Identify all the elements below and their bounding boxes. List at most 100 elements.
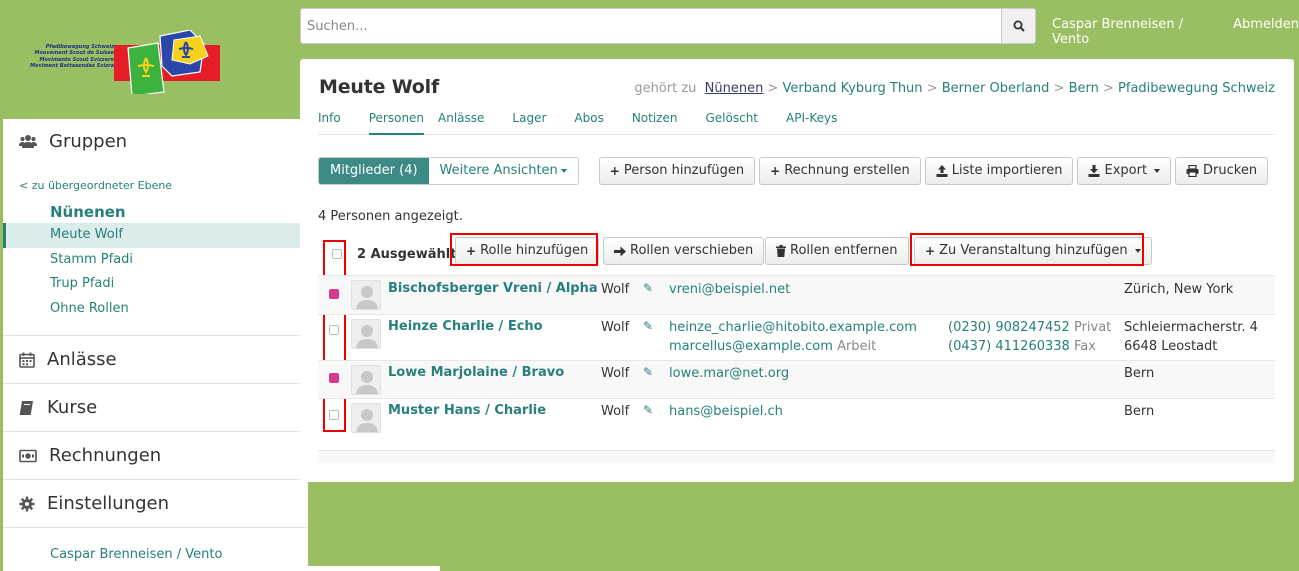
export-dropdown[interactable]: Export: [1077, 157, 1172, 185]
sidebar-item-ohne-rollen[interactable]: Ohne Rollen: [3, 297, 308, 322]
phone-link[interactable]: (0437) 411260338: [948, 339, 1070, 354]
sidebar-head-groups[interactable]: Gruppen: [3, 119, 308, 164]
row-checkbox[interactable]: [329, 289, 339, 299]
parent-level-link[interactable]: < zu übergeordneter Ebene: [3, 164, 308, 201]
email-link[interactable]: vreni@beispiel.net: [669, 280, 790, 299]
more-views-label: Weitere Ansichten: [439, 163, 558, 178]
sidebar-item-meute-wolf[interactable]: Meute Wolf: [3, 223, 308, 248]
phone-label: Fax: [1073, 339, 1096, 354]
current-user-link[interactable]: Caspar Brenneisen / Vento: [1052, 17, 1218, 47]
breadcrumb-prefix: gehört zu: [634, 81, 697, 96]
create-invoice-label: Rechnung erstellen: [784, 163, 910, 178]
sidebar-item-trup-pfadi[interactable]: Trup Pfadi: [3, 272, 308, 297]
search-button[interactable]: [1001, 8, 1036, 44]
table-row[interactable]: Muster Hans / Charlie Wolf ✎ hans@beispi…: [318, 398, 1275, 436]
avatar-placeholder-icon: [356, 325, 378, 348]
sidebar-user-link[interactable]: Caspar Brenneisen / Vento: [3, 528, 308, 562]
import-list-button[interactable]: Liste importieren: [924, 157, 1074, 185]
person-email: heinze_charlie@hitobito.example.com marc…: [669, 318, 917, 356]
sidebar-item-stamm-pfadi[interactable]: Stamm Pfadi: [3, 248, 308, 273]
table-row[interactable]: Lowe Marjolaine / Bravo Wolf ✎ lowe.mar@…: [318, 360, 1275, 398]
add-person-button[interactable]: + Person hinzufügen: [598, 157, 756, 185]
row-checkbox[interactable]: [329, 410, 339, 420]
person-name-link[interactable]: Muster Hans / Charlie: [388, 403, 546, 418]
search-input[interactable]: [300, 8, 1001, 44]
person-name-link[interactable]: Lowe Marjolaine / Bravo: [388, 365, 564, 380]
person-name-link[interactable]: Heinze Charlie / Echo: [388, 319, 543, 334]
more-views-dropdown[interactable]: Weitere Ansichten: [428, 158, 578, 184]
sidebar-head-label: Rechnungen: [49, 445, 162, 466]
edit-icon[interactable]: ✎: [643, 281, 653, 295]
sidebar-head-label: Anlässe: [47, 349, 117, 370]
tab-geloescht[interactable]: Gelöscht: [705, 111, 772, 135]
remove-roles-button[interactable]: Rollen entfernen: [765, 237, 909, 265]
breadcrumb-link[interactable]: Nünenen: [705, 81, 764, 96]
breadcrumb-link[interactable]: Bern: [1069, 81, 1099, 96]
sidebar-section-groups: Gruppen < zu übergeordneter Ebene Nünene…: [3, 119, 308, 336]
table-row[interactable]: Bischofsberger Vreni / Alpha Wolf ✎ vren…: [318, 275, 1275, 314]
tab-notizen[interactable]: Notizen: [632, 111, 692, 135]
person-role: Wolf: [601, 320, 630, 335]
email-row: marcellus@example.com Arbeit: [669, 337, 917, 356]
person-name-link[interactable]: Bischofsberger Vreni / Alpha: [388, 281, 598, 296]
tab-personen[interactable]: Personen: [368, 111, 425, 135]
breadcrumb-separator: >: [767, 81, 779, 96]
sidebar-head-settings[interactable]: Einstellungen: [3, 480, 308, 527]
book-icon: [19, 400, 33, 415]
breadcrumb-link[interactable]: Berner Oberland: [942, 81, 1050, 96]
page-tabs: Info Personen Anlässe Lager Abos Notizen…: [318, 111, 1275, 135]
plus-icon: +: [770, 164, 781, 178]
email-link[interactable]: marcellus@example.com: [669, 339, 833, 354]
breadcrumb: gehört zu Nünenen > Verband Kyburg Thun …: [634, 81, 1275, 96]
phone-link[interactable]: (0230) 908247452: [948, 320, 1070, 335]
edit-icon[interactable]: ✎: [643, 403, 653, 417]
row-checkbox[interactable]: [329, 325, 339, 335]
print-label: Drucken: [1203, 163, 1258, 178]
tab-api-keys[interactable]: API-Keys: [786, 111, 851, 135]
gear-icon: [19, 496, 35, 511]
tab-anlaesse[interactable]: Anlässe: [438, 111, 498, 135]
edit-icon[interactable]: ✎: [643, 365, 653, 379]
edit-icon[interactable]: ✎: [643, 319, 653, 333]
export-label: Export: [1104, 163, 1148, 178]
sidebar-head-courses[interactable]: Kurse: [3, 384, 308, 431]
trash-icon: [776, 245, 786, 257]
top-nav: Caspar Brenneisen / Vento Abmelden: [1052, 17, 1299, 47]
sidebar-group-title[interactable]: Nünenen: [3, 201, 308, 223]
phone-label: Privat: [1073, 320, 1112, 335]
members-view-button[interactable]: Mitglieder (4): [319, 158, 429, 184]
logo-line: Moviment Battasendas Svizra: [30, 62, 114, 69]
sidebar-sublist: Meute Wolf Stamm Pfadi Trup Pfadi Ohne R…: [3, 223, 308, 335]
logo[interactable]: Pfadibewegung Schweiz Mouvement Scout de…: [18, 30, 220, 94]
breadcrumb-link[interactable]: Pfadibewegung Schweiz: [1118, 81, 1275, 96]
email-link[interactable]: hans@beispiel.ch: [669, 402, 783, 421]
print-button[interactable]: Drucken: [1175, 157, 1269, 185]
table-row[interactable]: Heinze Charlie / Echo Wolf ✎ heinze_char…: [318, 314, 1275, 360]
move-roles-button[interactable]: Rollen verschieben: [603, 237, 765, 265]
add-person-label: Person hinzufügen: [623, 163, 745, 178]
logout-link[interactable]: Abmelden: [1233, 17, 1299, 47]
tab-lager[interactable]: Lager: [512, 111, 560, 135]
arrow-right-icon: [614, 246, 626, 256]
address-line: Bern: [1124, 404, 1155, 419]
scout-emblem-icon: [114, 30, 220, 94]
sidebar-head-events[interactable]: Anlässe: [3, 336, 308, 383]
sidebar-head-invoices[interactable]: Rechnungen: [3, 432, 308, 479]
email-link[interactable]: heinze_charlie@hitobito.example.com: [669, 318, 917, 337]
sidebar-head-label: Gruppen: [49, 131, 128, 152]
address-line: Zürich, New York: [1124, 282, 1234, 297]
row-checkbox[interactable]: [329, 373, 339, 383]
email-link[interactable]: lowe.mar@net.org: [669, 364, 789, 383]
highlight-add-event: [910, 233, 1144, 266]
avatar-placeholder-icon: [356, 409, 378, 432]
avatar: [351, 365, 381, 395]
address-line: Bern: [1124, 366, 1155, 381]
create-invoice-button[interactable]: + Rechnung erstellen: [759, 157, 921, 185]
person-address: Schleiermacherstr. 4 6648 Leostadt: [1124, 318, 1258, 356]
avatar-placeholder-icon: [356, 286, 378, 309]
download-icon: [1088, 165, 1100, 177]
tab-info[interactable]: Info: [318, 111, 355, 135]
move-roles-label: Rollen verschieben: [630, 243, 754, 258]
breadcrumb-link[interactable]: Verband Kyburg Thun: [783, 81, 923, 96]
tab-abos[interactable]: Abos: [574, 111, 617, 135]
